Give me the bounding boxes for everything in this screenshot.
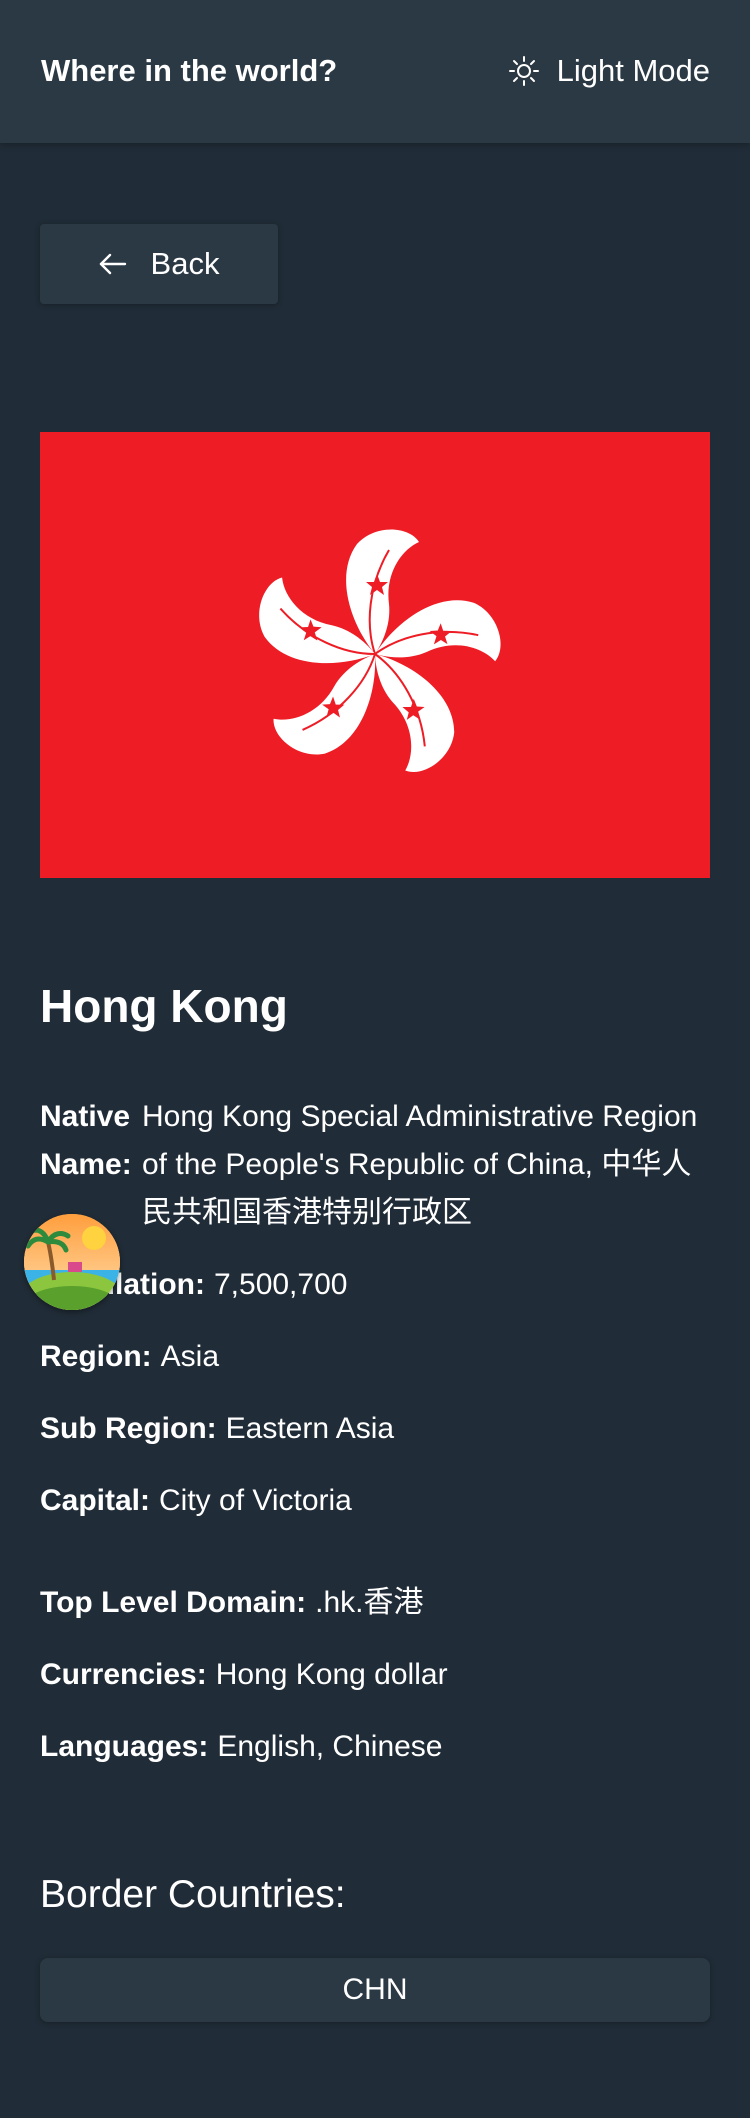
arrow-left-icon xyxy=(99,253,127,275)
detail-value: City of Victoria xyxy=(159,1484,352,1517)
detail-value: Hong Kong dollar xyxy=(215,1658,448,1691)
theme-toggle-label: Light Mode xyxy=(556,53,710,88)
country-details: Native Name: Hong Kong Special Administr… xyxy=(40,1093,710,1795)
detail-label: Region: xyxy=(40,1340,152,1373)
detail-label: Currencies: xyxy=(40,1658,207,1691)
border-countries-title: Border Countries: xyxy=(40,1873,346,1916)
detail-native-name: Native Name: Hong Kong Special Administr… xyxy=(40,1093,710,1237)
detail-value: English, Chinese xyxy=(217,1730,443,1763)
header: Where in the world? Light Mode xyxy=(0,0,750,143)
detail-label: Sub Region: xyxy=(40,1412,217,1445)
app-title: Where in the world? xyxy=(41,53,338,88)
detail-label: Languages: xyxy=(40,1730,209,1763)
theme-toggle-button[interactable]: Light Mode xyxy=(508,46,710,96)
detail-value: Eastern Asia xyxy=(225,1412,395,1445)
sun-icon xyxy=(508,56,539,86)
detail-languages: Languages: English, Chinese xyxy=(40,1723,710,1771)
details-secondary: Top Level Domain: .hk.香港 Currencies: Hon… xyxy=(40,1579,710,1771)
detail-value: Hong Kong Special Administrative Region … xyxy=(142,1100,698,1229)
detail-value: 7,500,700 xyxy=(213,1268,348,1301)
country-name: Hong Kong xyxy=(40,980,288,1032)
country-flag xyxy=(40,432,710,878)
detail-region: Region: Asia xyxy=(40,1333,710,1381)
detail-top-level-domain: Top Level Domain: .hk.香港 xyxy=(40,1579,710,1627)
detail-currencies: Currencies: Hong Kong dollar xyxy=(40,1651,710,1699)
beach-island-avatar-icon[interactable] xyxy=(24,1214,120,1310)
back-button[interactable]: Back xyxy=(40,224,278,304)
details-primary: Native Name: Hong Kong Special Administr… xyxy=(40,1093,710,1525)
detail-label: Top Level Domain: xyxy=(40,1586,307,1619)
detail-population: Population: 7,500,700 xyxy=(40,1261,710,1309)
detail-label: Capital: xyxy=(40,1484,151,1517)
back-button-label: Back xyxy=(150,246,220,281)
detail-value: Asia xyxy=(160,1340,220,1373)
detail-capital: Capital: City of Victoria xyxy=(40,1477,710,1525)
detail-sub-region: Sub Region: Eastern Asia xyxy=(40,1405,710,1453)
detail-value: .hk.香港 xyxy=(315,1586,424,1619)
border-country-chip[interactable]: CHN xyxy=(40,1958,710,2022)
